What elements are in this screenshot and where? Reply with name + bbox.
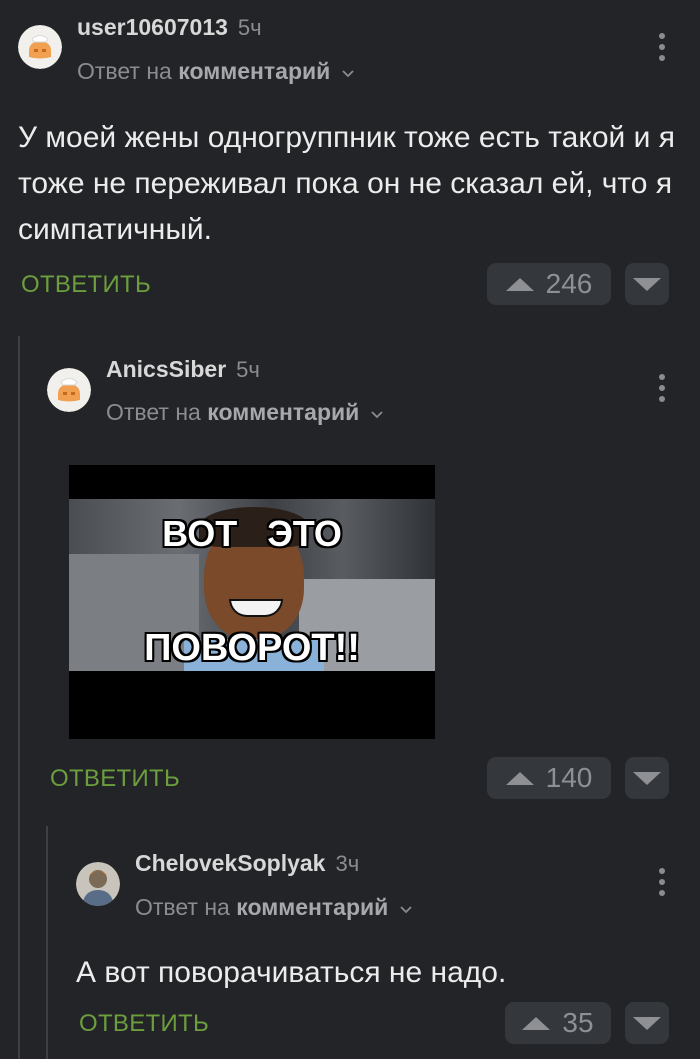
username[interactable]: AnicsSiber 5ч (106, 356, 260, 383)
meme-caption-top: ВОТ ЭТО (162, 513, 342, 554)
reply-target-link[interactable]: комментарий (178, 58, 330, 84)
thread-line-level-1 (18, 336, 20, 1059)
username-text[interactable]: ChelovekSoplyak (135, 850, 325, 876)
reply-prefix: Ответ на (106, 399, 201, 425)
triangle-up-icon (522, 1016, 551, 1030)
username-text[interactable]: AnicsSiber (106, 356, 226, 382)
triangle-down-icon (633, 1016, 661, 1030)
chevron-down-icon[interactable] (370, 410, 384, 420)
meme-image[interactable]: ВОТ ЭТО ПОВОРОТ!! (69, 465, 435, 739)
comment-text: А вот поворачиваться не надо. (76, 956, 507, 989)
vote-count: 140 (545, 762, 593, 793)
reply-prefix: Ответ на (135, 894, 230, 920)
downvote-button[interactable] (625, 757, 669, 799)
reply-button[interactable]: ОТВЕТИТЬ (21, 271, 151, 299)
reply-button[interactable]: ОТВЕТИТЬ (79, 1010, 209, 1038)
chevron-down-icon[interactable] (399, 905, 413, 915)
default-avatar-icon (18, 25, 62, 69)
avatar[interactable] (18, 25, 62, 69)
triangle-down-icon (633, 771, 661, 785)
vote-count: 35 (562, 1007, 594, 1038)
more-options-icon[interactable] (656, 374, 668, 406)
more-options-icon[interactable] (656, 868, 668, 900)
comment-time: 5ч (236, 357, 260, 382)
reply-info[interactable]: Ответ на комментарий (135, 894, 413, 921)
triangle-up-icon (505, 771, 534, 785)
default-avatar-icon (47, 368, 91, 412)
username[interactable]: user10607013 5ч (77, 14, 262, 41)
comment-text: У моей жены одногруппник тоже есть такой… (18, 121, 675, 246)
downvote-button[interactable] (625, 1002, 669, 1044)
avatar[interactable] (76, 862, 120, 906)
comment-time: 5ч (237, 15, 262, 40)
reply-target-link[interactable]: комментарий (207, 399, 359, 425)
vote-count: 246 (545, 268, 593, 299)
thread-line-level-2 (46, 826, 48, 1059)
meme-caption-bottom: ПОВОРОТ!! (144, 627, 360, 669)
meme-scene: ВОТ ЭТО ПОВОРОТ!! (69, 499, 435, 671)
upvote-button[interactable]: 140 (487, 757, 611, 799)
reply-target-link[interactable]: комментарий (236, 894, 388, 920)
more-options-icon[interactable] (656, 33, 668, 65)
upvote-button[interactable]: 35 (505, 1002, 611, 1044)
reply-info[interactable]: Ответ на комментарий (77, 58, 355, 85)
chevron-down-icon[interactable] (341, 69, 355, 79)
avatar[interactable] (47, 368, 91, 412)
triangle-down-icon (633, 277, 661, 291)
reply-button[interactable]: ОТВЕТИТЬ (50, 765, 180, 793)
reply-info[interactable]: Ответ на комментарий (106, 399, 384, 426)
triangle-up-icon (505, 277, 534, 291)
comment-time: 3ч (335, 851, 360, 876)
reply-prefix: Ответ на (77, 58, 172, 84)
upvote-button[interactable]: 246 (487, 263, 611, 305)
username[interactable]: ChelovekSoplyak 3ч (135, 850, 359, 877)
downvote-button[interactable] (625, 263, 669, 305)
username-text[interactable]: user10607013 (77, 14, 228, 40)
user-photo-icon (76, 862, 120, 906)
